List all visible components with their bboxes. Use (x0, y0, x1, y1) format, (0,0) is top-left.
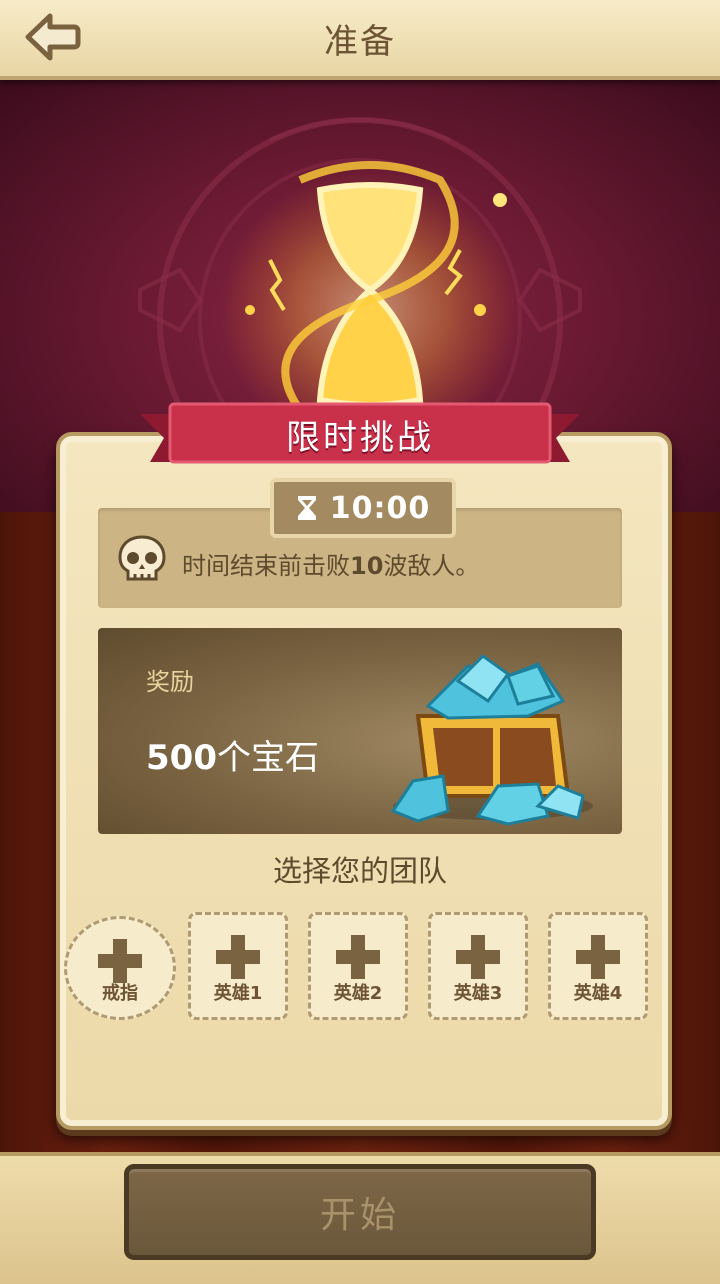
hourglass-icon (297, 496, 316, 520)
page-title: 准备 (324, 22, 396, 62)
plus-icon (216, 935, 260, 979)
top-bar: 准备 (0, 0, 720, 80)
start-button[interactable]: 开始 (124, 1164, 596, 1260)
plus-icon (336, 935, 380, 979)
start-button-label: 开始 (319, 1195, 400, 1236)
team-title: 选择您的团队 (272, 854, 447, 888)
slot-label: 戒指 (102, 983, 138, 1004)
challenge-title: 限时挑战 (286, 418, 434, 458)
slot-label: 英雄3 (453, 983, 503, 1004)
hero-slot-3[interactable]: 英雄3 (428, 912, 528, 1020)
plus-icon (98, 939, 142, 983)
hero-slot-2[interactable]: 英雄2 (308, 912, 408, 1020)
skull-icon (118, 535, 166, 581)
timer-badge: 10:00 (270, 478, 456, 538)
reward-box: 奖励 500个宝石 (98, 628, 622, 834)
reward-label: 奖励 (146, 668, 194, 696)
slot-label: 英雄1 (213, 983, 263, 1004)
slot-label: 英雄2 (333, 983, 383, 1004)
ring-slot[interactable]: 戒指 (64, 916, 176, 1020)
objective-text: 时间结束前击败10波敌人。 (182, 552, 480, 580)
glowing-hourglass-icon (220, 161, 520, 440)
gem-chest-icon (390, 654, 593, 826)
plus-icon (576, 935, 620, 979)
reward-value: 500个宝石 (146, 738, 319, 778)
slot-label: 英雄4 (573, 983, 623, 1004)
plus-icon (456, 935, 500, 979)
timer-value: 10:00 (329, 490, 431, 526)
hero-slot-1[interactable]: 英雄1 (188, 912, 288, 1020)
hero-slot-4[interactable]: 英雄4 (548, 912, 648, 1020)
